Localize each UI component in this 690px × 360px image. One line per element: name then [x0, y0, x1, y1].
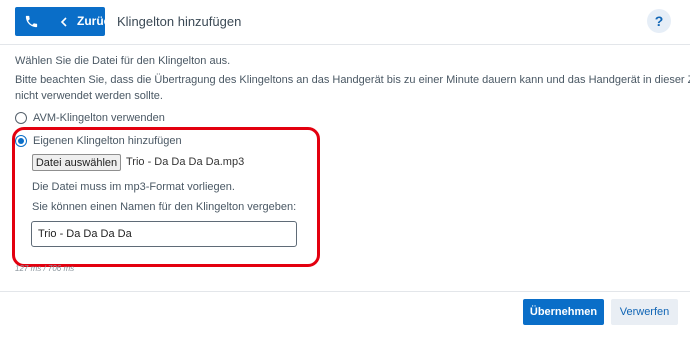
- selected-file-name: Trio - Da Da Da Da.mp3: [126, 156, 245, 168]
- help-icon: ?: [654, 13, 664, 29]
- custom-ringtone-label[interactable]: Eigenen Klingelton hinzufügen: [33, 135, 182, 147]
- page-title: Klingelton hinzufügen: [117, 14, 242, 29]
- name-field-label: Sie können einen Namen für den Klingelto…: [32, 201, 297, 213]
- timing-info: 127 ms / 706 ms: [15, 264, 75, 273]
- footer-divider: [0, 291, 690, 292]
- header-bar: Zurück Klingelton hinzufügen ?: [0, 0, 690, 44]
- apply-button[interactable]: Übernehmen: [523, 299, 604, 325]
- custom-ringtone-radio[interactable]: [15, 135, 27, 147]
- back-button-label: Zurück: [77, 14, 118, 28]
- chevron-left-icon: [60, 17, 67, 27]
- choose-file-button[interactable]: Datei auswählen: [32, 154, 121, 171]
- back-button[interactable]: Zurück: [15, 7, 117, 36]
- avm-ringtone-label[interactable]: AVM-Klingelton verwenden: [33, 112, 165, 124]
- avm-ringtone-radio[interactable]: [15, 112, 27, 124]
- help-button[interactable]: ?: [647, 9, 671, 33]
- format-hint: Die Datei muss im mp3-Format vorliegen.: [32, 181, 235, 193]
- discard-button[interactable]: Verwerfen: [611, 299, 678, 325]
- intro-text: Wählen Sie die Datei für den Klingelton …: [15, 55, 231, 67]
- ringtone-name-input[interactable]: [31, 221, 297, 247]
- header-divider: [0, 44, 690, 45]
- transfer-note-line1: Bitte beachten Sie, dass die Übertragung…: [15, 74, 690, 86]
- transfer-note-line2: nicht verwendet werden sollte.: [15, 90, 163, 102]
- phone-icon: [25, 15, 38, 28]
